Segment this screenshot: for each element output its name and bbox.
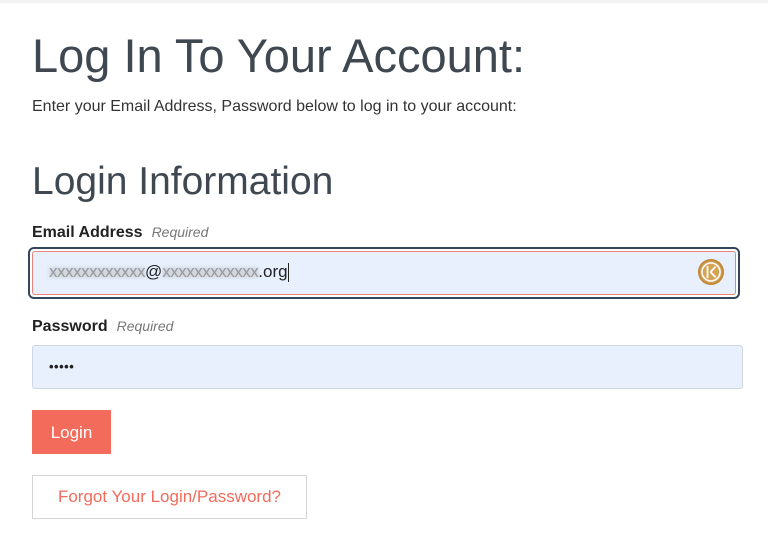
email-tld: .org — [258, 262, 288, 281]
page-title: Log In To Your Account: — [32, 29, 526, 82]
forgot-password-button[interactable]: Forgot Your Login/Password? — [32, 475, 307, 519]
email-value: xxxxxxxxxxxx@xxxxxxxxxxxx.org — [49, 262, 289, 283]
password-field[interactable]: ••••• — [32, 345, 743, 389]
email-label-text: Email Address — [32, 224, 143, 241]
section-title: Login Information — [32, 160, 334, 203]
password-label-text: Password — [32, 318, 108, 335]
password-required-text: Required — [116, 318, 174, 334]
email-masked-user: xxxxxxxxxxxx — [49, 262, 146, 281]
email-required-text: Required — [151, 224, 209, 240]
email-label: Email Address Required — [32, 224, 208, 242]
login-button[interactable]: Login — [32, 410, 111, 454]
intro-text: Enter your Email Address, Password below… — [32, 98, 517, 115]
text-caret — [287, 263, 289, 283]
top-strip — [0, 0, 768, 3]
email-field[interactable]: xxxxxxxxxxxx@xxxxxxxxxxxx.org — [28, 247, 740, 299]
password-label: Password Required — [32, 318, 173, 336]
email-masked-domain: xxxxxxxxxxxx — [162, 262, 259, 281]
email-at: @ — [145, 262, 163, 281]
keeper-icon[interactable] — [698, 259, 724, 285]
password-value: ••••• — [49, 359, 75, 374]
